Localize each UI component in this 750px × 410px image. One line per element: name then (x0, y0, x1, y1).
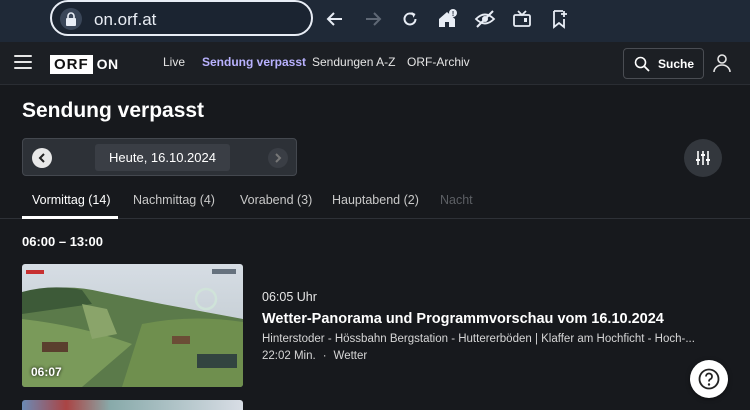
daypart-tabs: Vormittag (14) Nachmittag (4) Vorabend (… (0, 185, 750, 219)
home-icon[interactable]: ! (434, 6, 460, 32)
page-title: Sendung verpasst (22, 99, 205, 122)
sliders-icon (696, 151, 710, 165)
back-arrow-icon[interactable] (322, 6, 348, 32)
episode-thumbnail[interactable]: 06:07 (22, 264, 243, 387)
tab-nacht: Nacht (440, 193, 473, 207)
active-tab-indicator (22, 216, 118, 219)
site-header: ORF ON Live Sendung verpasst Sendungen A… (0, 42, 750, 85)
nav-sendung-verpasst[interactable]: Sendung verpasst (202, 55, 306, 69)
question-icon (698, 368, 720, 390)
browser-toolbar: on.orf.at ! (0, 0, 750, 42)
tab-hauptabend[interactable]: Hauptabend (2) (332, 193, 419, 207)
date-selector: Heute, 16.10.2024 (22, 138, 297, 176)
next-episode-thumbnail[interactable] (22, 400, 243, 410)
hide-eye-icon[interactable] (472, 6, 498, 32)
previous-day-button[interactable] (32, 148, 52, 168)
user-icon[interactable] (712, 53, 732, 78)
hamburger-menu-icon[interactable] (14, 55, 32, 71)
selected-date[interactable]: Heute, 16.10.2024 (95, 144, 230, 171)
forward-arrow-icon[interactable] (360, 6, 386, 32)
episode-time: 06:05 Uhr (262, 290, 317, 304)
chevron-left-icon (38, 153, 45, 163)
episode-meta: 22:02 Min. · Wetter (262, 350, 367, 362)
tv-icon[interactable] (509, 6, 535, 32)
site-info-icon[interactable] (60, 8, 82, 30)
orf-on-logo[interactable]: ORF ON (50, 54, 119, 74)
notification-badge: ! (452, 11, 454, 18)
url-text: on.orf.at (94, 10, 157, 29)
episode-category: Wetter (333, 350, 368, 362)
reload-icon[interactable] (397, 6, 423, 32)
next-day-button[interactable] (268, 148, 288, 168)
tab-vorabend[interactable]: Vorabend (3) (240, 193, 312, 207)
episode-title[interactable]: Wetter-Panorama und Programmvorschau vom… (262, 311, 664, 327)
help-button[interactable] (690, 360, 728, 398)
bookmark-add-icon[interactable] (547, 6, 573, 32)
episode-description: Hinterstoder - Hössbahn Bergstation - Hu… (262, 333, 695, 345)
episode-length: 22:02 Min. (262, 350, 316, 362)
chevron-right-icon (275, 153, 282, 163)
search-label: Suche (658, 56, 695, 71)
tab-vormittag[interactable]: Vormittag (14) (32, 193, 111, 207)
time-range-heading: 06:00 – 13:00 (22, 234, 103, 249)
search-button[interactable]: Suche (623, 48, 704, 79)
filter-button[interactable] (684, 139, 722, 177)
nav-sendungen-a-z[interactable]: Sendungen A-Z (312, 55, 395, 69)
tab-nachmittag[interactable]: Nachmittag (4) (133, 193, 215, 207)
address-bar[interactable]: on.orf.at (50, 0, 313, 36)
search-icon (634, 56, 650, 72)
nav-live[interactable]: Live (163, 55, 185, 69)
meta-separator: · (322, 350, 327, 362)
duration-overlay: 06:07 (31, 365, 62, 379)
nav-orf-archiv[interactable]: ORF-Archiv (407, 55, 470, 69)
